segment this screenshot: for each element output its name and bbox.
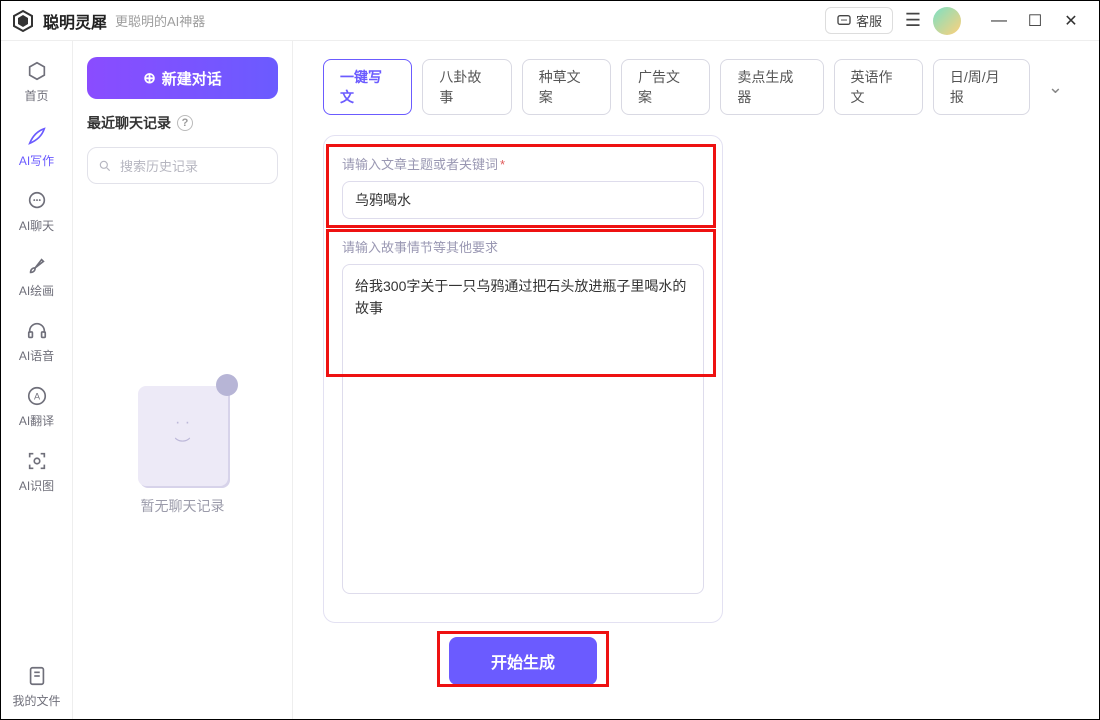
plus-icon: ⊕ [143,69,156,87]
chevron-down-icon: ⌄ [1048,77,1063,97]
hamburger-menu-icon[interactable]: ☰ [903,10,923,31]
search-input[interactable]: 搜索历史记录 [87,147,278,184]
topic-input[interactable] [342,181,704,219]
help-icon[interactable]: ? [177,115,193,131]
scan-icon [25,449,49,473]
translate-icon: A [25,384,49,408]
empty-notepad-icon: · ·︶ [138,386,228,486]
close-button[interactable]: ✕ [1053,11,1089,31]
sidebar-item-label: AI识图 [19,477,54,494]
tab-gossip[interactable]: 八卦故事 [422,59,511,115]
chat-icon [25,189,49,213]
customer-service-label: 客服 [856,11,882,30]
file-icon [25,664,49,688]
brush-icon [25,254,49,278]
main-area: 一键写文 八卦故事 种草文案 广告文案 卖点生成器 英语作文 日/周/月报 ⌄ … [293,41,1099,719]
tab-english[interactable]: 英语作文 [834,59,923,115]
headphones-icon [25,319,49,343]
history-title-text: 最近聊天记录 [87,113,171,133]
sidebar-item-home[interactable]: 首页 [1,49,72,114]
minimize-button[interactable]: — [981,12,1017,30]
generate-button[interactable]: 开始生成 [449,637,597,685]
customer-service-button[interactable]: 客服 [825,7,893,34]
tab-selling[interactable]: 卖点生成器 [720,59,823,115]
topic-label: 请输入文章主题或者关键词* [342,154,704,173]
sidebar-item-label: 首页 [24,87,48,104]
avatar[interactable] [933,7,961,35]
history-panel: ⊕ 新建对话 最近聊天记录 ? 搜索历史记录 · ·︶ 暂无聊天记录 [73,41,293,719]
field-detail: 请输入故事情节等其他要求 [324,237,722,594]
detail-label: 请输入故事情节等其他要求 [342,237,704,256]
detail-textarea[interactable] [342,264,704,594]
app-tagline: 更聪明的AI神器 [115,11,205,30]
form-card: 请输入文章主题或者关键词* 请输入故事情节等其他要求 [323,135,723,623]
required-asterisk: * [500,157,505,172]
tab-one-click[interactable]: 一键写文 [323,59,412,115]
sidebar-item-label: AI绘画 [19,282,54,299]
new-chat-button[interactable]: ⊕ 新建对话 [87,57,278,99]
empty-history-text: 暂无聊天记录 [141,496,225,516]
field-topic: 请输入文章主题或者关键词* [324,154,722,219]
tab-seed[interactable]: 种草文案 [522,59,611,115]
sidebar-item-label: AI语音 [19,347,54,364]
sidebar-item-voice[interactable]: AI语音 [1,309,72,374]
search-icon [98,159,112,173]
history-title: 最近聊天记录 ? [87,113,278,133]
new-chat-label: 新建对话 [162,68,222,89]
empty-history: · ·︶ 暂无聊天记录 [87,198,278,703]
pen-icon [25,124,49,148]
svg-text:A: A [33,392,40,402]
sidebar-item-label: 我的文件 [12,692,60,709]
chat-bubble-icon [836,13,852,29]
sidebar-item-draw[interactable]: AI绘画 [1,244,72,309]
search-placeholder: 搜索历史记录 [120,156,198,175]
sidebar-item-ocr[interactable]: AI识图 [1,439,72,504]
template-tabs: 一键写文 八卦故事 种草文案 广告文案 卖点生成器 英语作文 日/周/月报 ⌄ [323,59,1071,115]
sidebar-item-label: AI写作 [19,152,54,169]
app-logo-icon [11,9,35,33]
cube-icon [25,59,49,83]
tab-report[interactable]: 日/周/月报 [933,59,1030,115]
generate-wrap: 开始生成 [323,637,723,685]
sidebar-item-translate[interactable]: A AI翻译 [1,374,72,439]
titlebar: 聪明灵犀 更聪明的AI神器 客服 ☰ — ☐ ✕ [1,1,1099,41]
expand-tabs-button[interactable]: ⌄ [1040,73,1071,102]
sidebar: 首页 AI写作 AI聊天 AI绘画 AI语音 A AI翻译 AI识图 [1,41,73,719]
maximize-button[interactable]: ☐ [1017,11,1053,31]
sidebar-item-write[interactable]: AI写作 [1,114,72,179]
sidebar-item-chat[interactable]: AI聊天 [1,179,72,244]
tab-ad[interactable]: 广告文案 [621,59,710,115]
app-name: 聪明灵犀 [43,9,107,33]
sidebar-item-label: AI聊天 [19,217,54,234]
topic-label-text: 请输入文章主题或者关键词 [342,157,498,172]
sidebar-item-label: AI翻译 [19,412,54,429]
sidebar-item-files[interactable]: 我的文件 [1,654,72,719]
